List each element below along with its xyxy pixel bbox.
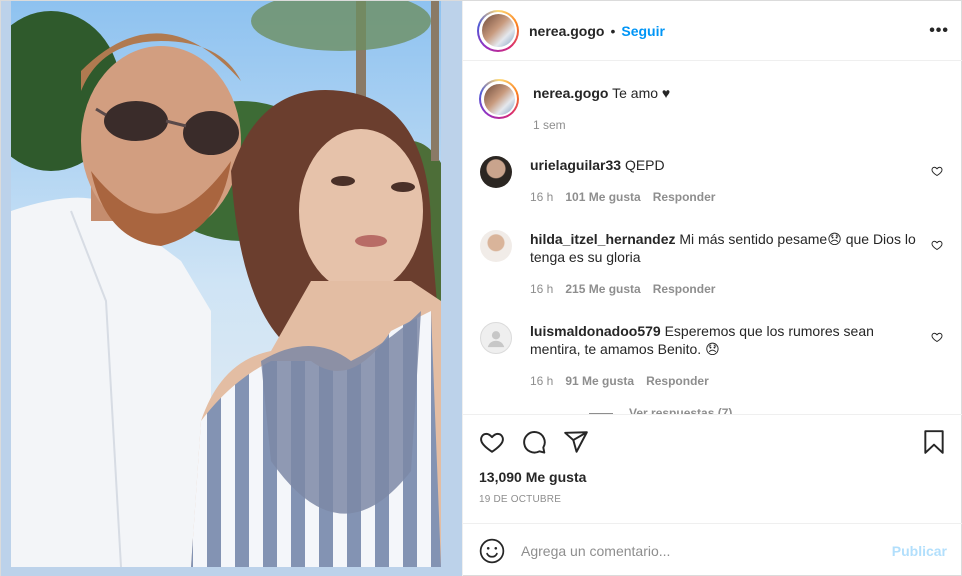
comment-meta: 16 h 101 Me gusta Responder	[530, 188, 922, 206]
comment-item: luismaldonadoo579 Esperemos que los rumo…	[479, 322, 947, 390]
comment-likes[interactable]: 215 Me gusta	[565, 280, 640, 298]
avatar-inner	[481, 81, 517, 117]
comment-meta: 16 h 91 Me gusta Responder	[530, 372, 922, 390]
reply-button[interactable]: Responder	[646, 372, 709, 390]
like-comment-heart-icon[interactable]	[931, 331, 943, 343]
reply-button[interactable]: Responder	[653, 280, 716, 298]
comment-time[interactable]: 16 h	[530, 280, 553, 298]
share-icon	[564, 431, 588, 453]
side-panel: nerea.gogo • Seguir ••• nerea.gogo Te am…	[462, 1, 962, 576]
comment-text: QEPD	[624, 157, 665, 173]
comment-likes[interactable]: 101 Me gusta	[565, 188, 640, 206]
caption-text: Te amo ♥	[612, 85, 671, 101]
save-button[interactable]	[921, 429, 947, 455]
caption-body: nerea.gogo Te amo ♥ 1 sem	[533, 79, 670, 134]
comment-time[interactable]: 16 h	[530, 372, 553, 390]
comments-list[interactable]: nerea.gogo Te amo ♥ 1 sem urielaguilar33…	[463, 62, 962, 414]
comment-body: urielaguilar33 QEPD 16 h 101 Me gusta Re…	[530, 156, 922, 206]
comment-icon	[523, 431, 546, 454]
couple-photo	[11, 1, 441, 567]
follow-button[interactable]: Seguir	[621, 23, 665, 39]
post-caption: nerea.gogo Te amo ♥ 1 sem	[479, 62, 947, 134]
like-comment-heart-icon[interactable]	[931, 165, 943, 177]
comment-button[interactable]	[521, 429, 547, 455]
bookmark-icon	[924, 430, 944, 454]
post-modal: nerea.gogo • Seguir ••• nerea.gogo Te am…	[0, 0, 962, 576]
post-actions: 13,090 Me gusta 19 DE OCTUBRE	[463, 414, 962, 505]
author-username[interactable]: nerea.gogo	[529, 23, 604, 39]
like-button[interactable]	[479, 429, 505, 455]
likes-count[interactable]: 13,090 Me gusta	[479, 469, 947, 485]
comment-input[interactable]	[521, 542, 892, 559]
emoji-icon[interactable]	[479, 538, 505, 564]
author-avatar[interactable]	[477, 9, 519, 52]
action-icons	[479, 415, 947, 467]
comment-body: luismaldonadoo579 Esperemos que los rumo…	[530, 322, 922, 390]
comment-meta: 16 h 215 Me gusta Responder	[530, 280, 922, 298]
comment-username[interactable]: hilda_itzel_hernandez	[530, 231, 675, 247]
avatar-picture	[483, 83, 515, 115]
comment-time[interactable]: 16 h	[530, 188, 553, 206]
comment-item: urielaguilar33 QEPD 16 h 101 Me gusta Re…	[479, 156, 947, 206]
comment-body: hilda_itzel_hernandez Mi más sentido pes…	[530, 230, 922, 298]
avatar-picture	[481, 14, 515, 47]
share-button[interactable]	[563, 429, 589, 455]
comment-username[interactable]: luismaldonadoo579	[530, 323, 661, 339]
more-options-icon[interactable]: •••	[929, 22, 949, 40]
view-replies-button[interactable]: Ver respuestas (7)	[589, 406, 947, 414]
commenter-avatar[interactable]	[480, 156, 512, 188]
post-header: nerea.gogo • Seguir •••	[463, 1, 962, 61]
caption-avatar[interactable]	[479, 79, 519, 119]
default-user-icon	[487, 331, 505, 348]
view-replies-label: Ver respuestas (7)	[629, 406, 733, 414]
commenter-avatar[interactable]	[480, 322, 512, 354]
comment-item: hilda_itzel_hernandez Mi más sentido pes…	[479, 230, 947, 298]
comment-likes[interactable]: 91 Me gusta	[565, 372, 634, 390]
commenter-avatar[interactable]	[480, 230, 512, 262]
separator-dot: •	[610, 22, 616, 39]
reply-button[interactable]: Responder	[653, 188, 716, 206]
publish-button[interactable]: Publicar	[892, 543, 947, 559]
like-comment-heart-icon[interactable]	[931, 239, 943, 251]
comment-username[interactable]: urielaguilar33	[530, 157, 621, 173]
photo-content	[11, 1, 441, 567]
add-comment-bar: Publicar	[463, 523, 962, 576]
heart-icon	[480, 432, 504, 453]
caption-username[interactable]: nerea.gogo	[533, 85, 608, 101]
caption-time[interactable]: 1 sem	[533, 116, 670, 134]
post-photo[interactable]	[1, 1, 462, 576]
post-date[interactable]: 19 DE OCTUBRE	[479, 494, 947, 505]
avatar-inner	[479, 11, 517, 50]
